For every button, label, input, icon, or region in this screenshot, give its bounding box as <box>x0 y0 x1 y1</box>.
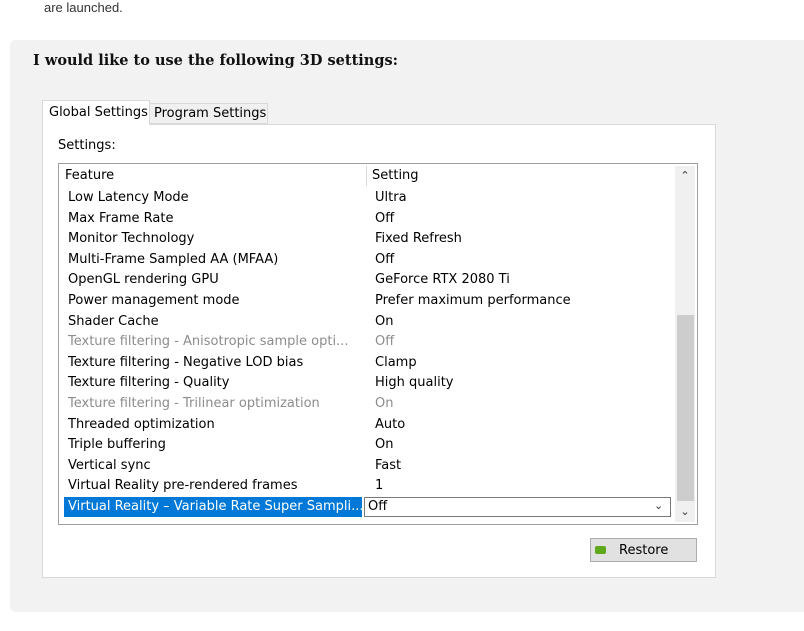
table-row[interactable]: Texture filtering - Quality High quality <box>64 373 672 394</box>
chevron-down-icon[interactable]: ⌄ <box>654 496 663 516</box>
row-feature: Threaded optimization <box>68 416 215 432</box>
row-feature: Monitor Technology <box>68 231 195 247</box>
column-header-feature[interactable]: Feature <box>65 168 114 183</box>
row-feature: Virtual Reality – Variable Rate Super Sa… <box>68 498 364 514</box>
scrollbar-thumb[interactable] <box>677 315 694 501</box>
row-setting: GeForce RTX 2080 Ti <box>375 272 510 288</box>
row-feature: Vertical sync <box>68 457 151 473</box>
table-row[interactable]: OpenGL rendering GPU GeForce RTX 2080 Ti <box>64 270 672 291</box>
row-setting: Off <box>368 498 388 514</box>
table-row[interactable]: Vertical sync Fast <box>64 456 672 477</box>
row-feature: Texture filtering - Anisotropic sample o… <box>68 334 349 350</box>
row-feature: Multi-Frame Sampled AA (MFAA) <box>68 251 279 267</box>
row-feature: Max Frame Rate <box>68 210 174 226</box>
row-setting: On <box>375 437 394 453</box>
tab-program-settings[interactable]: Program Settings <box>150 103 268 124</box>
row-feature: Shader Cache <box>68 313 159 329</box>
table-row[interactable]: Multi-Frame Sampled AA (MFAA) Off <box>64 250 672 271</box>
table-row-selected[interactable]: Virtual Reality – Variable Rate Super Sa… <box>64 496 672 518</box>
row-setting: On <box>375 313 394 329</box>
row-feature: Texture filtering - Negative LOD bias <box>68 354 304 370</box>
restore-button[interactable]: Restore <box>590 538 697 562</box>
row-setting: High quality <box>375 375 454 391</box>
row-setting: Off <box>375 210 395 226</box>
table-row-disabled[interactable]: Texture filtering - Anisotropic sample o… <box>64 332 672 353</box>
settings-label: Settings: <box>58 138 116 153</box>
row-feature: Low Latency Mode <box>68 190 189 205</box>
setting-dropdown[interactable] <box>364 496 671 517</box>
tab-global-settings[interactable]: Global Settings <box>42 100 150 125</box>
vertical-scrollbar[interactable]: ⌃ ⌄ <box>675 166 695 522</box>
row-feature: Texture filtering - Quality <box>68 375 230 391</box>
row-feature: Triple buffering <box>68 437 166 453</box>
table-row[interactable]: Texture filtering - Negative LOD bias Cla… <box>64 353 672 374</box>
table-row[interactable]: Threaded optimization Auto <box>64 415 672 436</box>
column-divider[interactable] <box>366 166 367 186</box>
row-feature: OpenGL rendering GPU <box>68 272 219 288</box>
table-row[interactable]: Power management mode Prefer maximum perf… <box>64 291 672 312</box>
table-row[interactable]: Max Frame Rate Off <box>64 209 672 230</box>
row-setting: Prefer maximum performance <box>375 292 571 308</box>
restore-button-label: Restore <box>619 542 669 558</box>
table-row[interactable]: Triple buffering On <box>64 435 672 456</box>
table-row[interactable]: Shader Cache On <box>64 312 672 333</box>
intro-text: are launched. <box>44 0 123 15</box>
row-setting: Off <box>375 251 395 267</box>
row-feature: Texture filtering - Trilinear optimizati… <box>68 395 320 411</box>
column-header-setting[interactable]: Setting <box>372 168 419 183</box>
row-setting: Ultra <box>375 190 407 205</box>
settings-rows: Low Latency Mode Ultra Max Frame Rate Off … <box>64 188 672 518</box>
section-heading: I would like to use the following 3D set… <box>33 52 398 69</box>
row-feature: Virtual Reality pre-rendered frames <box>68 478 298 494</box>
table-row-disabled[interactable]: Texture filtering - Trilinear optimizati… <box>64 394 672 415</box>
row-setting: Clamp <box>375 354 417 370</box>
table-row[interactable]: Monitor Technology Fixed Refresh <box>64 229 672 250</box>
row-setting: Auto <box>375 416 406 432</box>
scroll-up-arrow-icon[interactable]: ⌃ <box>675 166 695 186</box>
row-setting: Fixed Refresh <box>375 231 462 247</box>
scroll-down-arrow-icon[interactable]: ⌄ <box>675 502 695 522</box>
row-setting: On <box>375 395 394 411</box>
row-setting: Fast <box>375 457 402 473</box>
row-feature: Power management mode <box>68 292 240 308</box>
row-setting: Off <box>375 334 395 350</box>
table-row[interactable]: Low Latency Mode Ultra <box>64 188 672 209</box>
list-header: Feature Setting <box>64 168 672 187</box>
nvidia-icon <box>595 546 606 554</box>
row-setting: 1 <box>375 478 384 494</box>
table-row[interactable]: Virtual Reality pre-rendered frames 1 <box>64 476 672 497</box>
